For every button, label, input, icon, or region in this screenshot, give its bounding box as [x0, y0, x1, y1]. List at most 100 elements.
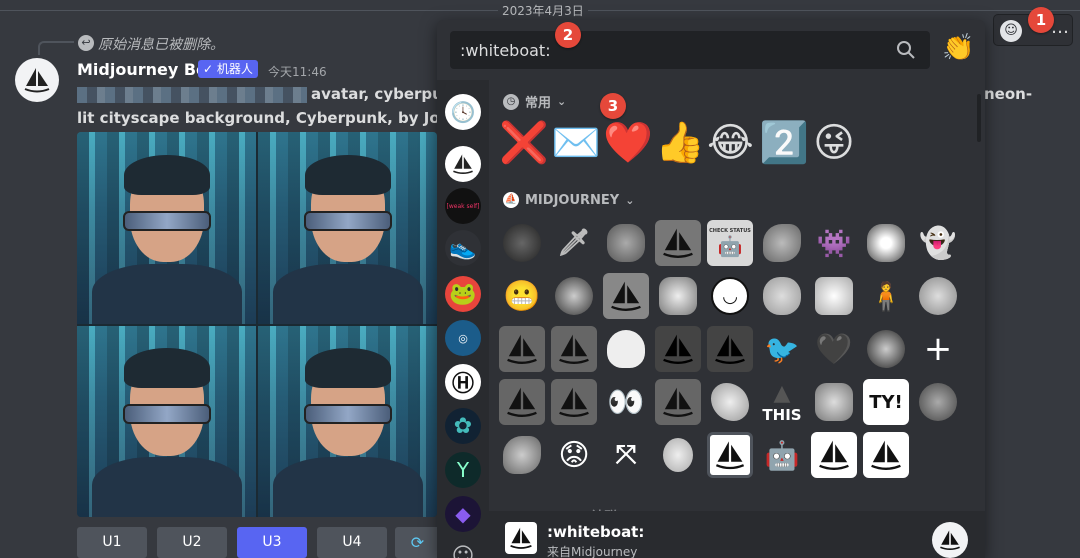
- custom-emoji-grin[interactable]: 😬: [499, 273, 545, 319]
- bot-avatar[interactable]: [15, 58, 59, 102]
- emoji-search-box: [450, 31, 930, 69]
- heart-emoji[interactable]: ❤️: [603, 120, 653, 166]
- custom-emoji-ty[interactable]: TY!: [863, 379, 909, 425]
- custom-emoji[interactable]: [759, 220, 805, 266]
- weak-self-server-icon[interactable]: [weak self]: [445, 188, 481, 224]
- crystal-server-icon[interactable]: ◆: [445, 496, 481, 532]
- custom-emoji-sailboat[interactable]: [603, 273, 649, 319]
- y-server-icon[interactable]: Y: [445, 452, 481, 488]
- envelope-emoji[interactable]: ✉️: [551, 120, 601, 166]
- chevron-down-icon: ⌄: [625, 193, 635, 207]
- custom-emoji-sailboat[interactable]: [499, 326, 545, 372]
- image-cell[interactable]: [77, 325, 256, 517]
- custom-emoji-sailboat[interactable]: [655, 326, 701, 372]
- custom-emoji-check-status[interactable]: CHECK STATUS 🤖: [707, 220, 753, 266]
- custom-emoji[interactable]: [655, 273, 701, 319]
- upscale-button-u3[interactable]: U3: [237, 527, 307, 558]
- upscale-button-u2[interactable]: U2: [157, 527, 227, 558]
- sneaker-server-icon[interactable]: 👟: [445, 230, 481, 266]
- custom-emoji[interactable]: [915, 379, 961, 425]
- reroll-button[interactable]: ⟳: [395, 527, 440, 558]
- upscale-buttons: U1 U2 U3 U4: [77, 527, 387, 558]
- add-reaction-icon[interactable]: ☺: [1000, 20, 1022, 42]
- image-cell[interactable]: [258, 132, 437, 324]
- custom-emoji-sailboat[interactable]: [551, 326, 597, 372]
- preview-emoji-name: :whiteboat:: [547, 523, 645, 541]
- custom-emoji[interactable]: [863, 326, 909, 372]
- winking-tongue-emoji[interactable]: 😜: [811, 120, 857, 166]
- midjourney-server-icon[interactable]: [445, 146, 481, 182]
- emoji-scrollbar[interactable]: [977, 94, 981, 142]
- frequent-emoji-row: ❌ ✉️ ❤️ 👍 😂 2️⃣ 😜: [499, 120, 857, 166]
- reply-arrow-icon: ↩: [78, 35, 94, 51]
- nft-server-icon[interactable]: ◎: [445, 320, 481, 356]
- frequent-section-header[interactable]: ◷ 常用 ⌄: [503, 92, 566, 111]
- refresh-icon: ⟳: [410, 533, 425, 552]
- recent-clock-icon[interactable]: 🕓: [445, 94, 481, 130]
- custom-emoji-ghost-2[interactable]: 👻: [915, 220, 961, 266]
- custom-emoji-smiley[interactable]: ◡: [707, 273, 753, 319]
- clapping-hands-icon[interactable]: 👏: [942, 32, 974, 64]
- annotation-marker-1: 1: [1028, 7, 1054, 33]
- custom-emoji-sailboat[interactable]: [863, 432, 909, 478]
- custom-emoji[interactable]: [499, 432, 545, 478]
- custom-emoji-sailboat[interactable]: [655, 220, 701, 266]
- sunglasses: [122, 210, 211, 231]
- emoji-search-input[interactable]: [460, 31, 880, 69]
- message-text-line-2: lit cityscape background, Cyberpunk, by …: [77, 109, 437, 127]
- custom-emoji[interactable]: [811, 379, 857, 425]
- sailboat-icon: ⛵: [503, 192, 519, 208]
- custom-emoji[interactable]: [863, 220, 909, 266]
- custom-emoji-figure[interactable]: 🧍: [863, 273, 909, 319]
- custom-emoji[interactable]: [707, 379, 753, 425]
- custom-emoji-sword[interactable]: 🗡: [551, 220, 597, 266]
- custom-emoji-expand[interactable]: ⤧: [603, 432, 649, 478]
- smiley-category-icon[interactable]: ☺: [445, 538, 481, 558]
- clock-icon: ◷: [503, 93, 519, 110]
- custom-emoji-plague-doctor[interactable]: 🐦: [759, 326, 805, 372]
- custom-emoji-blob[interactable]: [603, 326, 649, 372]
- add-emoji-plus-icon[interactable]: +: [915, 326, 961, 372]
- bot-username[interactable]: Midjourney Bot: [77, 60, 215, 79]
- search-icon[interactable]: [896, 40, 916, 60]
- sunglasses: [303, 210, 392, 231]
- custom-emoji-this[interactable]: ▲ THIS: [759, 379, 805, 425]
- image-cell[interactable]: [77, 132, 256, 324]
- joy-emoji[interactable]: 😂: [707, 120, 754, 166]
- sailboat-icon: [24, 68, 50, 93]
- midjourney-section-header[interactable]: ⛵ MIDJOURNEY ⌄: [503, 192, 634, 208]
- generated-image-grid[interactable]: [77, 132, 437, 517]
- custom-emoji[interactable]: [603, 220, 649, 266]
- custom-emoji[interactable]: [499, 220, 545, 266]
- sunglasses: [303, 404, 392, 424]
- custom-emoji-black-heart[interactable]: 🖤: [811, 326, 857, 372]
- custom-emoji-sailboat[interactable]: [707, 326, 753, 372]
- image-cell[interactable]: [258, 325, 437, 517]
- custom-emoji-sailboat[interactable]: [655, 379, 701, 425]
- custom-emoji-sad[interactable]: 😟: [551, 432, 597, 478]
- custom-emoji-eyes[interactable]: 👀: [603, 379, 649, 425]
- thumbs-up-emoji[interactable]: 👍: [655, 120, 705, 166]
- redacted-link: [77, 86, 307, 103]
- custom-emoji[interactable]: [551, 273, 597, 319]
- custom-emoji-sailboat[interactable]: [499, 379, 545, 425]
- paw-server-icon[interactable]: ✿: [445, 408, 481, 444]
- h-server-icon[interactable]: Ⓗ: [445, 364, 481, 400]
- frog-server-icon[interactable]: 🐸: [445, 276, 481, 312]
- custom-emoji-ghost[interactable]: 👾: [811, 220, 857, 266]
- custom-emoji[interactable]: [759, 273, 805, 319]
- custom-emoji-sailboat[interactable]: [811, 432, 857, 478]
- upscale-button-u4[interactable]: U4: [317, 527, 387, 558]
- chevron-down-icon: ⌄: [557, 95, 567, 108]
- preview-emoji-source: 来自Midjourney: [547, 545, 638, 558]
- custom-emoji[interactable]: [915, 273, 961, 319]
- custom-emoji[interactable]: [811, 273, 857, 319]
- custom-emoji[interactable]: [655, 432, 701, 478]
- cross-mark-emoji[interactable]: ❌: [499, 120, 549, 166]
- custom-emoji-whiteboat-selected[interactable]: [707, 432, 753, 478]
- sailboat-icon: [940, 530, 960, 550]
- upscale-button-u1[interactable]: U1: [77, 527, 147, 558]
- custom-emoji-sailboat[interactable]: [551, 379, 597, 425]
- custom-emoji-robot[interactable]: 🤖: [759, 432, 805, 478]
- keycap-two-emoji[interactable]: 2️⃣: [759, 120, 809, 166]
